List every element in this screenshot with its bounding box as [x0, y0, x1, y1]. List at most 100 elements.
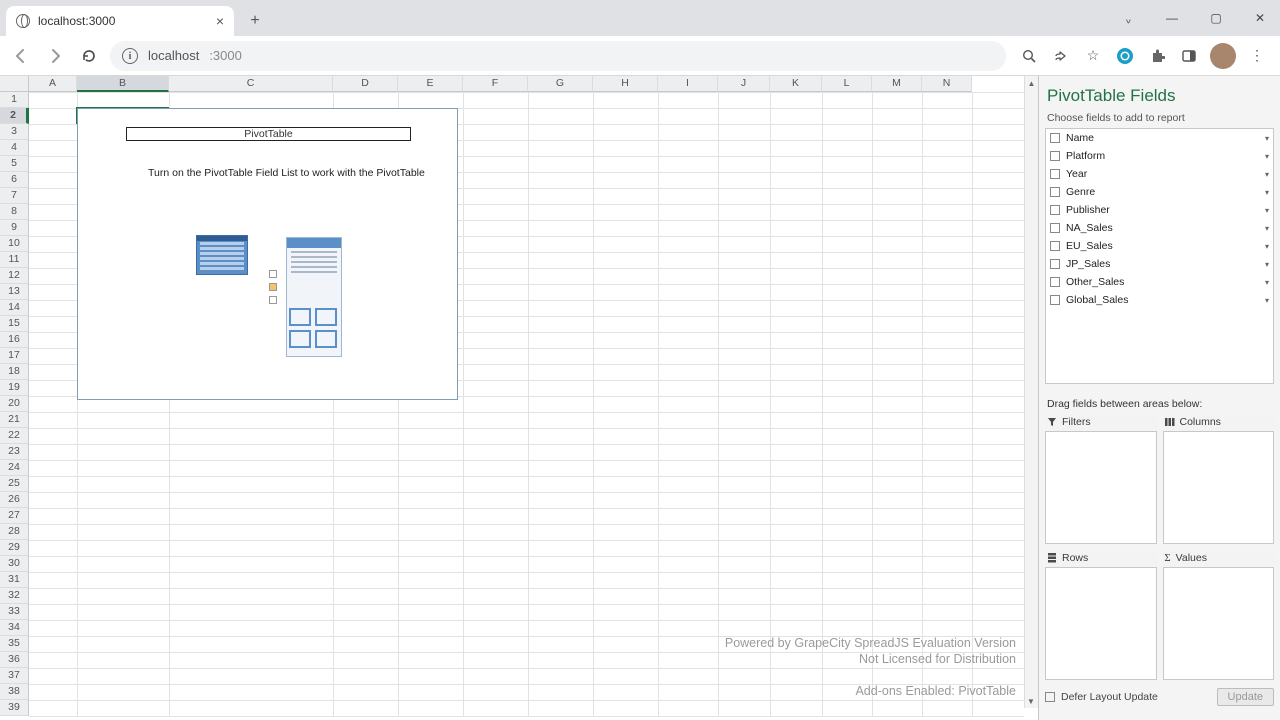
extensions-icon[interactable]	[1146, 45, 1168, 67]
column-header[interactable]: H	[593, 76, 658, 92]
row-header[interactable]: 22	[0, 428, 28, 444]
row-header[interactable]: 13	[0, 284, 28, 300]
vertical-scrollbar[interactable]: ▲ ▼	[1024, 76, 1038, 708]
back-button[interactable]	[8, 43, 34, 69]
defer-layout-checkbox[interactable]: Defer Layout Update	[1045, 691, 1158, 703]
row-header[interactable]: 12	[0, 268, 28, 284]
blue-circle-icon[interactable]	[1114, 45, 1136, 67]
column-header[interactable]: E	[398, 76, 463, 92]
row-header[interactable]: 2	[0, 108, 29, 124]
new-tab-button[interactable]: +	[242, 8, 268, 34]
row-header[interactable]: 38	[0, 684, 28, 700]
row-header[interactable]: 8	[0, 204, 28, 220]
column-header[interactable]: F	[463, 76, 528, 92]
minimize-button[interactable]: —	[1158, 11, 1186, 25]
field-item[interactable]: JP_Sales▾	[1046, 255, 1273, 273]
row-header[interactable]: 11	[0, 252, 28, 268]
forward-button[interactable]	[42, 43, 68, 69]
reload-button[interactable]	[76, 43, 102, 69]
row-header[interactable]: 35	[0, 636, 28, 652]
row-header[interactable]: 3	[0, 124, 28, 140]
column-header[interactable]: M	[872, 76, 922, 92]
values-area[interactable]: Σ Values	[1163, 550, 1275, 680]
field-item[interactable]: Other_Sales▾	[1046, 273, 1273, 291]
row-header[interactable]: 7	[0, 188, 28, 204]
row-header[interactable]: 1	[0, 92, 28, 108]
row-header[interactable]: 28	[0, 524, 28, 540]
update-button[interactable]: Update	[1217, 688, 1274, 706]
field-item[interactable]: Name▾	[1046, 129, 1273, 147]
browser-tab[interactable]: localhost:3000 ×	[6, 6, 234, 36]
row-header[interactable]: 17	[0, 348, 28, 364]
column-header[interactable]: C	[169, 76, 333, 92]
columns-area[interactable]: Columns	[1163, 414, 1275, 544]
field-item[interactable]: Platform▾	[1046, 147, 1273, 165]
row-header[interactable]: 16	[0, 332, 28, 348]
field-item[interactable]: Global_Sales▾	[1046, 291, 1273, 309]
profile-avatar[interactable]	[1210, 43, 1236, 69]
address-bar[interactable]: i localhost:3000	[110, 41, 1006, 71]
row-header[interactable]: 6	[0, 172, 28, 188]
row-header[interactable]: 18	[0, 364, 28, 380]
chevron-down-icon[interactable]: ▾	[1265, 170, 1269, 179]
column-header[interactable]: I	[658, 76, 718, 92]
row-header[interactable]: 27	[0, 508, 28, 524]
row-header[interactable]: 33	[0, 604, 28, 620]
chevron-down-icon[interactable]: ▾	[1265, 188, 1269, 197]
chevron-down-icon[interactable]: ^	[1114, 13, 1142, 24]
field-item[interactable]: EU_Sales▾	[1046, 237, 1273, 255]
row-header[interactable]: 5	[0, 156, 28, 172]
field-item[interactable]: Genre▾	[1046, 183, 1273, 201]
scroll-up-icon[interactable]: ▲	[1026, 77, 1038, 89]
row-header[interactable]: 31	[0, 572, 28, 588]
share-icon[interactable]	[1050, 45, 1072, 67]
zoom-icon[interactable]	[1018, 45, 1040, 67]
filters-area[interactable]: Filters	[1045, 414, 1157, 544]
site-info-icon[interactable]: i	[122, 48, 138, 64]
row-header[interactable]: 10	[0, 236, 28, 252]
row-header[interactable]: 9	[0, 220, 28, 236]
column-header[interactable]: D	[333, 76, 398, 92]
menu-icon[interactable]: ⋮	[1246, 45, 1268, 67]
row-header[interactable]: 20	[0, 396, 28, 412]
side-panel-icon[interactable]	[1178, 45, 1200, 67]
row-header[interactable]: 4	[0, 140, 28, 156]
row-header[interactable]: 32	[0, 588, 28, 604]
column-header[interactable]: N	[922, 76, 972, 92]
row-header[interactable]: 23	[0, 444, 28, 460]
column-header[interactable]: B	[77, 76, 169, 92]
column-header[interactable]: A	[29, 76, 77, 92]
field-item[interactable]: Publisher▾	[1046, 201, 1273, 219]
field-item[interactable]: Year▾	[1046, 165, 1273, 183]
row-header[interactable]: 25	[0, 476, 28, 492]
row-header[interactable]: 29	[0, 540, 28, 556]
column-header[interactable]: K	[770, 76, 822, 92]
row-header[interactable]: 19	[0, 380, 28, 396]
chevron-down-icon[interactable]: ▾	[1265, 152, 1269, 161]
select-all-corner[interactable]	[0, 76, 29, 92]
maximize-button[interactable]: ▢	[1202, 11, 1230, 25]
tab-close-icon[interactable]: ×	[216, 13, 224, 29]
column-header[interactable]: L	[822, 76, 872, 92]
rows-area[interactable]: Rows	[1045, 550, 1157, 680]
row-header[interactable]: 36	[0, 652, 28, 668]
close-window-button[interactable]: ✕	[1246, 11, 1274, 25]
row-header[interactable]: 14	[0, 300, 28, 316]
scroll-down-icon[interactable]: ▼	[1025, 695, 1037, 707]
row-header[interactable]: 24	[0, 460, 28, 476]
pivottable-placeholder[interactable]: PivotTable Turn on the PivotTable Field …	[77, 108, 458, 400]
row-header[interactable]: 30	[0, 556, 28, 572]
row-header[interactable]: 26	[0, 492, 28, 508]
chevron-down-icon[interactable]: ▾	[1265, 224, 1269, 233]
chevron-down-icon[interactable]: ▾	[1265, 260, 1269, 269]
row-header[interactable]: 39	[0, 700, 28, 716]
row-header[interactable]: 37	[0, 668, 28, 684]
chevron-down-icon[interactable]: ▾	[1265, 206, 1269, 215]
row-header[interactable]: 34	[0, 620, 28, 636]
chevron-down-icon[interactable]: ▾	[1265, 296, 1269, 305]
column-header[interactable]: J	[718, 76, 770, 92]
row-header[interactable]: 21	[0, 412, 28, 428]
row-header[interactable]: 15	[0, 316, 28, 332]
field-item[interactable]: NA_Sales▾	[1046, 219, 1273, 237]
chevron-down-icon[interactable]: ▾	[1265, 242, 1269, 251]
